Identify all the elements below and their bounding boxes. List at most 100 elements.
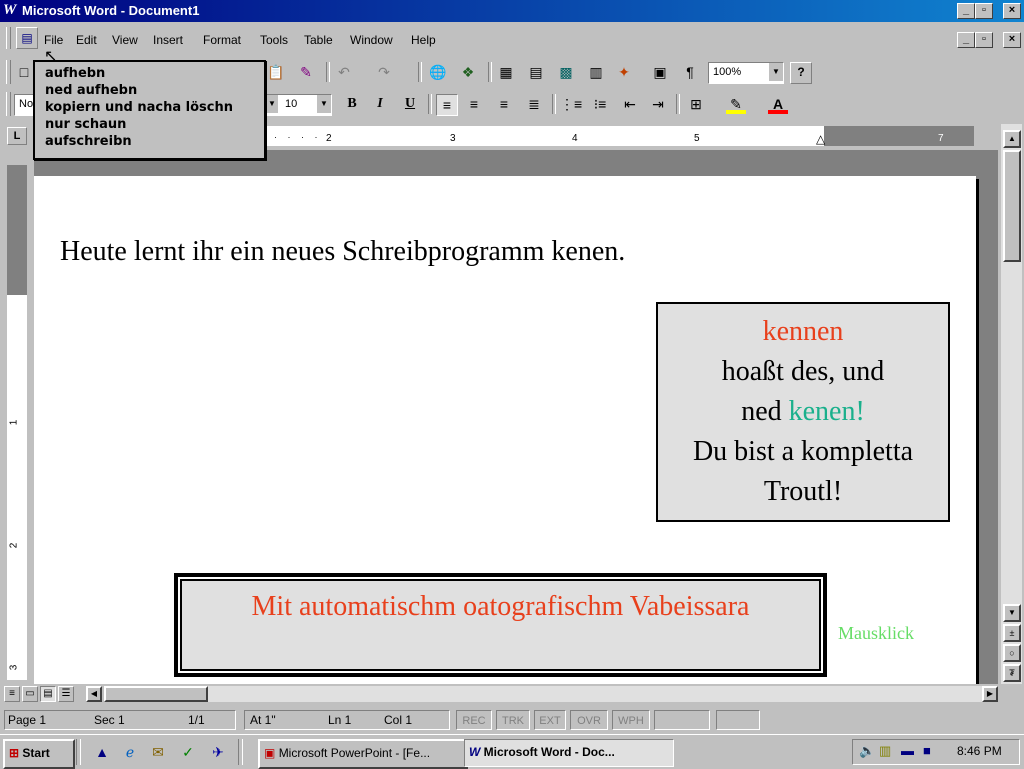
right-indent-marker[interactable]: △ [816,132,825,146]
scheduler-icon[interactable]: ■ [923,743,931,758]
italic-button[interactable]: I [370,94,390,114]
chevron-down-icon[interactable]: ▼ [316,95,331,113]
scroll-thumb[interactable] [1003,150,1021,262]
menu-window[interactable]: Window [350,33,393,47]
menu-file[interactable]: File [44,33,63,47]
word-app-icon[interactable]: W [3,2,16,19]
insert-table-icon[interactable]: ▤ [526,62,546,82]
align-right-icon[interactable]: ≡ [494,94,514,114]
status-ovr[interactable]: OVR [570,710,608,730]
popup-item-aufhebn[interactable]: aufhebn [45,66,105,81]
menu-edit[interactable]: Edit [76,33,97,47]
web-layout-icon[interactable]: ▭ [22,686,38,702]
bullets-icon[interactable]: ⁝≡ [590,94,610,114]
status-trk[interactable]: TRK [496,710,530,730]
numbering-icon[interactable]: ⋮≡ [560,94,582,114]
redo-icon[interactable]: ↷ [374,62,394,82]
launch-icon[interactable]: ✈ [208,742,228,762]
maximize-button[interactable]: ▫ [975,3,993,19]
document-map-icon[interactable]: ▣ [650,62,670,82]
volume-icon[interactable]: 🔈 [859,743,875,759]
popup-item-kopiern[interactable]: kopiern und nacha löschn [45,100,233,115]
doc-close-button[interactable]: × [1003,32,1021,48]
scroll-right-button[interactable]: ▶ [982,686,998,702]
outline-view-icon[interactable]: ☰ [58,686,74,702]
menu-view[interactable]: View [112,33,138,47]
chevron-down-icon[interactable]: ▼ [266,95,278,113]
horizontal-scrollbar[interactable]: ≡ ▭ ▤ ☰ ◀ ▶ [0,684,1001,704]
popup-item-nur-schaun[interactable]: nur schaun [45,117,126,132]
zoom-select[interactable]: 100% ▼ [708,62,784,84]
vertical-scrollbar[interactable]: ▲ ▼ ± ○ ₮ [1001,124,1022,684]
popup-item-ned-aufhebn[interactable]: ned aufhebn [45,83,137,98]
menu-tools[interactable]: Tools [260,33,288,47]
decrease-indent-icon[interactable]: ⇤ [620,94,640,114]
show-hide-icon[interactable]: ¶ [680,62,700,82]
callout-box[interactable]: kennen hoaßt des, und ned kenen! Du bist… [656,302,950,522]
next-page-icon[interactable]: ₮ [1003,664,1021,682]
increase-indent-icon[interactable]: ⇥ [648,94,668,114]
outlook-icon[interactable]: ✉ [148,742,168,762]
columns-icon[interactable]: ▥ [586,62,606,82]
undo-icon[interactable]: ↶ [334,62,354,82]
tables-borders-icon[interactable]: ▦ [496,62,516,82]
print-layout-icon[interactable]: ▤ [40,686,56,702]
web-toolbar-icon[interactable]: ❖ [458,62,478,82]
ruler-mark: 2 [326,133,332,144]
paste-icon[interactable]: 📋 [266,62,286,82]
spelling-status-box[interactable] [654,710,710,730]
menu-help[interactable]: Help [411,33,436,47]
document-icon[interactable]: ▤ [16,27,38,49]
new-document-icon[interactable]: □ [14,62,34,82]
clock[interactable]: 8:46 PM [957,744,1002,758]
justify-icon[interactable]: ≣ [524,94,544,114]
status-rec[interactable]: REC [456,710,492,730]
font-color-icon[interactable]: A [768,94,788,114]
border-icon[interactable]: ⊞ [686,94,706,114]
internet-explorer-icon[interactable]: ℯ [120,742,140,762]
normal-view-icon[interactable]: ≡ [4,686,20,702]
channels-icon[interactable]: ✓ [178,742,198,762]
start-button[interactable]: ⊞ Start [3,739,75,769]
underline-button[interactable]: U [400,94,420,114]
doc-restore-button[interactable]: ▫ [975,32,993,48]
show-desktop-icon[interactable]: ▲ [92,742,112,762]
popup-item-aufschreibn[interactable]: aufschreibn [45,134,132,149]
document-page[interactable]: Heute lernt ihr ein neues Schreibprogram… [34,176,976,684]
language-status-box[interactable] [716,710,760,730]
tray-app-icon[interactable]: ▥ [879,743,891,759]
format-painter-icon[interactable]: ✎ [296,62,316,82]
horizontal-scroll-thumb[interactable] [104,686,208,702]
menu-format[interactable]: Format [203,33,241,47]
highlight-icon[interactable]: ✎ [726,94,746,114]
insert-hyperlink-icon[interactable]: 🌐 [428,62,448,82]
status-ext[interactable]: EXT [534,710,566,730]
doc-minimize-button[interactable]: _ [957,32,975,48]
menu-insert[interactable]: Insert [153,33,183,47]
minimize-button[interactable]: _ [957,3,975,19]
insert-excel-icon[interactable]: ▩ [556,62,576,82]
taskbar-powerpoint-button[interactable]: ▣ Microsoft PowerPoint - [Fe... [258,739,468,769]
vertical-ruler[interactable]: 1 2 3 [7,165,27,680]
scroll-up-button[interactable]: ▲ [1003,130,1021,148]
document-heading[interactable]: Heute lernt ihr ein neues Schreibprogram… [60,236,625,268]
chevron-down-icon[interactable]: ▼ [768,63,783,81]
drawing-icon[interactable]: ✦ [614,62,634,82]
bold-button[interactable]: B [342,94,362,114]
scroll-left-button[interactable]: ◀ [86,686,102,702]
previous-page-icon[interactable]: ± [1003,624,1021,642]
spellcheck-banner[interactable]: Mit automatischm oatografischm Vabeissar… [178,577,823,673]
align-left-icon[interactable]: ≡ [436,94,458,116]
help-icon[interactable]: ? [790,62,812,84]
scroll-down-button[interactable]: ▼ [1003,604,1021,622]
menu-table[interactable]: Table [304,33,333,47]
align-center-icon[interactable]: ≡ [464,94,484,114]
select-browse-object-icon[interactable]: ○ [1003,644,1021,662]
font-size-select[interactable]: ▼ 10 ▼ [266,94,332,116]
close-button[interactable]: × [1003,3,1021,19]
taskbar-word-button[interactable]: W Microsoft Word - Doc... [464,739,674,767]
ruler-mark: 3 [8,664,20,671]
display-icon[interactable]: ▬ [901,743,914,758]
status-wph[interactable]: WPH [612,710,650,730]
tab-selector[interactable]: L [7,127,27,145]
